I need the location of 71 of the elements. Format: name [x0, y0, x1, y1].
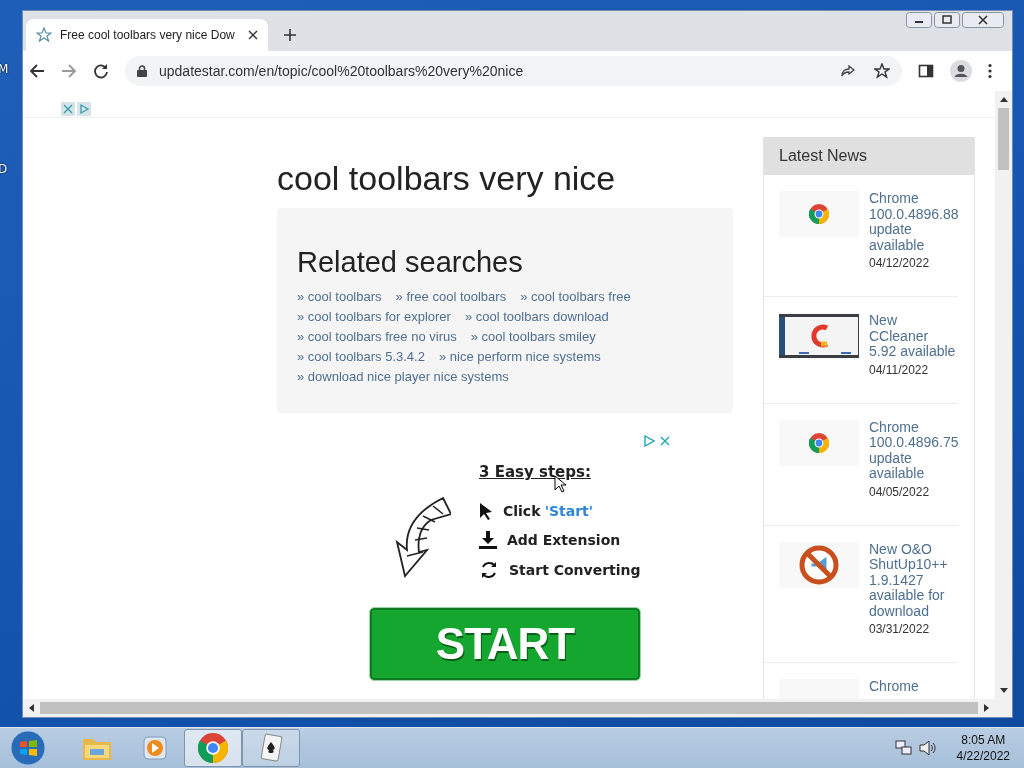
share-icon[interactable] [840, 63, 856, 79]
step-text: Click 'Start' [503, 503, 594, 519]
desktop-icon-label: D [0, 162, 9, 176]
related-search-link[interactable]: » cool toolbars smiley [470, 327, 596, 347]
panel-heading: Latest News [779, 147, 868, 165]
related-search-link[interactable]: » cool toolbars [297, 287, 382, 307]
news-date: 04/05/2022 [869, 484, 931, 499]
close-icon[interactable] [962, 12, 1004, 28]
no-megaphone-icon [799, 544, 839, 585]
news-date: 04/12/2022 [869, 256, 931, 270]
scrollbar-thumb[interactable] [40, 702, 978, 714]
news-link[interactable]: Chrome [869, 679, 958, 695]
minimize-icon[interactable] [906, 12, 932, 28]
start-orb-icon[interactable] [10, 730, 46, 766]
maximize-icon[interactable] [934, 12, 960, 28]
taskbar-app[interactable] [242, 729, 300, 767]
chrome-logo-icon [809, 432, 829, 453]
ad-heading: 3 Easy steps: [479, 463, 592, 481]
curved-arrow-icon [395, 494, 451, 578]
star-icon[interactable] [874, 63, 890, 79]
play-icon [141, 734, 169, 762]
address-bar[interactable]: updatestar.com/en/topic/cool%20toolbars%20very%20nice [125, 56, 902, 86]
profile-icon[interactable] [950, 60, 972, 82]
step-text: Add Extension [507, 532, 621, 548]
forward-icon[interactable] [61, 63, 77, 79]
news-date: 03/31/2022 [869, 622, 931, 636]
chrome-logo-icon [809, 204, 829, 224]
chrome-logo-icon [198, 733, 228, 763]
related-search-link[interactable]: » free cool toolbars [395, 287, 507, 307]
page-heading: cool toolbars very nice [277, 159, 617, 198]
close-icon[interactable] [248, 30, 258, 40]
download-icon [479, 531, 497, 549]
back-icon[interactable] [29, 63, 45, 79]
related-search-link[interactable]: » cool toolbars for explorer [297, 307, 451, 327]
horizontal-scrollbar[interactable] [23, 699, 1012, 717]
scrollbar-thumb[interactable] [998, 108, 1009, 170]
speaker-icon[interactable] [918, 740, 937, 756]
related-search-link[interactable]: » nice perform nice systems [438, 347, 601, 367]
desktop-icon-label: M [0, 62, 9, 76]
network-icon[interactable] [894, 740, 913, 756]
news-link[interactable]: New O&O ShutUp10++ 1.9.1427 available for download [869, 541, 958, 619]
news-link[interactable]: Chrome 100.0.4896.75 update available [869, 419, 959, 482]
side-panel-icon[interactable] [918, 63, 934, 79]
related-search-link[interactable]: » cool toolbars free [520, 287, 631, 307]
scroll-up-icon[interactable] [999, 97, 1008, 102]
playing-card-icon [258, 733, 284, 763]
browser-tab[interactable]: Free cool toolbars very nice Dow [26, 19, 268, 51]
start-button[interactable]: START [370, 608, 640, 680]
menu-icon[interactable] [988, 63, 992, 79]
related-search-link[interactable]: » cool toolbars free no virus [297, 327, 457, 347]
news-date: 04/11/2022 [869, 362, 930, 377]
news-link[interactable]: Chrome 100.0.4896.88 update available [869, 191, 959, 253]
taskbar-app[interactable] [184, 729, 242, 767]
lock-icon [137, 65, 147, 77]
related-search-link[interactable]: » download nice player nice systems [297, 367, 509, 387]
new-tab-icon[interactable] [284, 29, 296, 41]
scroll-left-icon[interactable] [29, 704, 34, 712]
reload-icon[interactable] [93, 63, 109, 79]
vertical-scrollbar[interactable] [995, 91, 1012, 699]
scroll-right-icon[interactable] [984, 704, 989, 712]
ad-choices-icon[interactable] [643, 435, 655, 447]
star-icon [36, 27, 52, 43]
related-search-link[interactable]: » cool toolbars 5.3.4.2 [297, 347, 425, 367]
clock[interactable]: 8:05 AM 4/22/2022 [956, 732, 1010, 764]
scroll-down-icon[interactable] [999, 688, 1008, 693]
news-link[interactable]: New CCleaner 5.92 available [869, 313, 958, 360]
related-search-link[interactable]: » cool toolbars download [464, 307, 609, 327]
step-text: Start Converting [509, 562, 641, 578]
refresh-icon [479, 560, 499, 580]
cursor-icon [479, 502, 493, 520]
section-heading: Related searches [297, 246, 524, 279]
